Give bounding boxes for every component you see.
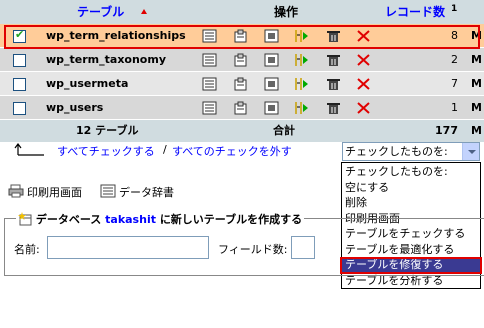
with-selected-dropdown[interactable]: チェックしたものを: xyxy=(342,142,480,161)
field-count-label: フィールド数: xyxy=(218,243,288,256)
column-header-records[interactable]: レコード数 xyxy=(385,0,445,24)
row-tail-text: M xyxy=(471,101,482,114)
table-name-label: 名前: xyxy=(14,243,40,256)
row-tail-text: M xyxy=(471,53,482,66)
select-arrow-icon xyxy=(14,143,44,156)
records-footnote: 1 xyxy=(451,4,458,14)
field-count-input[interactable] xyxy=(291,236,315,259)
structure-icon[interactable] xyxy=(233,101,248,115)
chevron-down-icon[interactable] xyxy=(462,143,479,160)
total-tables: 12 テーブル xyxy=(76,124,139,137)
record-count: 7 xyxy=(451,77,458,90)
table-header: テーブル 操作 レコード数 1 xyxy=(0,0,484,24)
drop-icon[interactable] xyxy=(356,53,371,67)
search-icon[interactable] xyxy=(264,77,279,91)
table-name-input[interactable] xyxy=(47,236,209,259)
search-icon[interactable] xyxy=(264,101,279,115)
dropdown-selected-value: チェックしたものを: xyxy=(345,145,448,158)
data-dictionary-link[interactable]: データ辞書 xyxy=(119,184,174,200)
check-all-link[interactable]: すべてチェックする xyxy=(57,143,155,159)
browse-icon[interactable] xyxy=(202,77,217,91)
total-label: 合計 xyxy=(273,124,295,137)
insert-icon[interactable] xyxy=(294,101,309,115)
row-checkbox[interactable] xyxy=(13,102,26,115)
table-name[interactable]: wp_usermeta xyxy=(46,72,128,96)
row-checkbox[interactable] xyxy=(13,54,26,67)
database-name-link[interactable]: takashit xyxy=(105,213,156,226)
record-count: 2 xyxy=(451,53,458,66)
drop-icon[interactable] xyxy=(356,101,371,115)
total-row: 12 テーブル 合計 177 M xyxy=(0,120,484,142)
dropdown-option[interactable]: チェックしたものを: xyxy=(342,165,480,179)
empty-icon[interactable] xyxy=(326,53,341,67)
empty-icon[interactable] xyxy=(326,77,341,91)
structure-icon[interactable] xyxy=(233,53,248,67)
create-table-legend: データベース takashit に新しいテーブルを作成する xyxy=(16,211,305,227)
dropdown-option[interactable]: 削除 xyxy=(342,196,480,210)
total-tail: M xyxy=(471,124,482,137)
browse-icon[interactable] xyxy=(202,53,217,67)
column-header-operations: 操作 xyxy=(274,5,299,19)
row-highlight-outline xyxy=(4,25,480,49)
drop-icon[interactable] xyxy=(356,77,371,91)
check-separator: / xyxy=(163,143,167,156)
dropdown-option[interactable]: 空にする xyxy=(342,181,480,195)
row-checkbox[interactable] xyxy=(13,78,26,91)
create-table-suffix: に新しいテーブルを作成する xyxy=(159,213,303,226)
printer-icon xyxy=(8,184,24,198)
print-view-link[interactable]: 印刷用画面 xyxy=(27,184,82,200)
search-icon[interactable] xyxy=(264,53,279,67)
total-records: 177 xyxy=(435,124,458,137)
insert-icon[interactable] xyxy=(294,53,309,67)
row-tail-text: M xyxy=(471,77,482,90)
empty-icon[interactable] xyxy=(326,101,341,115)
browse-icon[interactable] xyxy=(202,101,217,115)
table-name[interactable]: wp_users xyxy=(46,96,103,120)
sort-up-icon[interactable] xyxy=(141,9,147,14)
structure-icon[interactable] xyxy=(233,77,248,91)
insert-icon[interactable] xyxy=(294,77,309,91)
record-count: 1 xyxy=(451,101,458,114)
create-table-prefix: データベース xyxy=(35,213,102,226)
column-header-table[interactable]: テーブル xyxy=(77,0,124,24)
data-dictionary-icon xyxy=(100,184,116,198)
new-table-icon xyxy=(18,212,32,226)
table-name[interactable]: wp_term_taxonomy xyxy=(46,48,166,72)
uncheck-all-link[interactable]: すべてのチェックを外す xyxy=(172,143,292,159)
